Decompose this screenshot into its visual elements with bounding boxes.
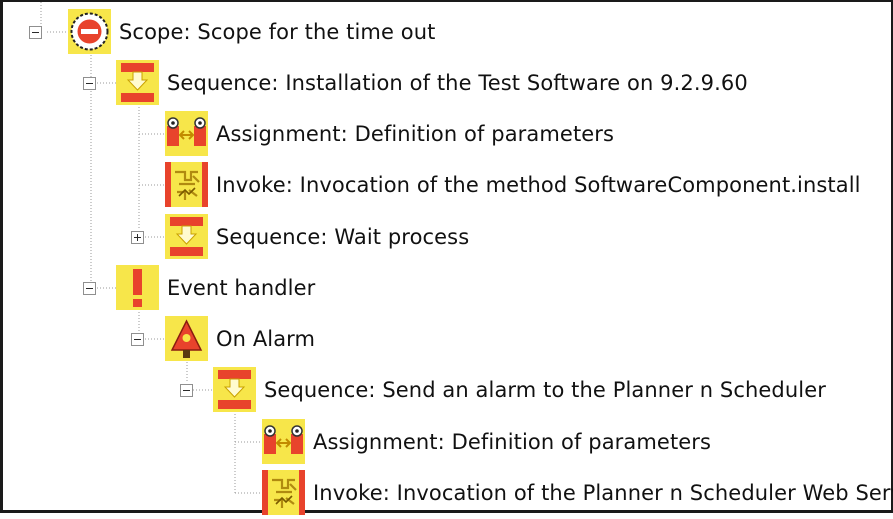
assignment-definition-label[interactable]: Assignment: Definition of parameters [216, 122, 614, 146]
scope-label[interactable]: Scope: Scope for the time out [119, 20, 435, 44]
process-tree-panel: Scope: Scope for the time out Sequence: … [0, 0, 893, 513]
invoke-webservice-label[interactable]: Invoke: Invocation of the Planner n Sche… [313, 481, 893, 505]
sequence-wait-expand-toggle[interactable] [131, 231, 144, 244]
sequence-alarm-collapse-toggle[interactable] [180, 384, 193, 397]
invoke-install-label[interactable]: Invoke: Invocation of the method Softwar… [216, 173, 861, 197]
sequence-alarm-label[interactable]: Sequence: Send an alarm to the Planner n… [264, 378, 826, 402]
assignment-icon [165, 111, 208, 156]
sequence-wait-label[interactable]: Sequence: Wait process [216, 225, 469, 249]
sequence-icon [165, 214, 208, 259]
sequence-install-label[interactable]: Sequence: Installation of the Test Softw… [167, 71, 748, 95]
scope-icon [68, 9, 111, 54]
event-handler-collapse-toggle[interactable] [83, 282, 96, 295]
on-alarm-icon [165, 316, 208, 361]
invoke-icon [262, 470, 305, 515]
scope-collapse-toggle[interactable] [29, 26, 42, 39]
event-handler-icon [116, 265, 159, 310]
assignment-definition-label-2[interactable]: Assignment: Definition of parameters [313, 430, 711, 454]
assignment-icon [262, 419, 305, 464]
sequence-icon [116, 60, 159, 105]
on-alarm-collapse-toggle[interactable] [131, 333, 144, 346]
on-alarm-label[interactable]: On Alarm [216, 327, 315, 351]
invoke-icon [165, 162, 208, 207]
event-handler-label[interactable]: Event handler [167, 276, 315, 300]
sequence-install-collapse-toggle[interactable] [83, 77, 96, 90]
sequence-icon [213, 367, 256, 412]
